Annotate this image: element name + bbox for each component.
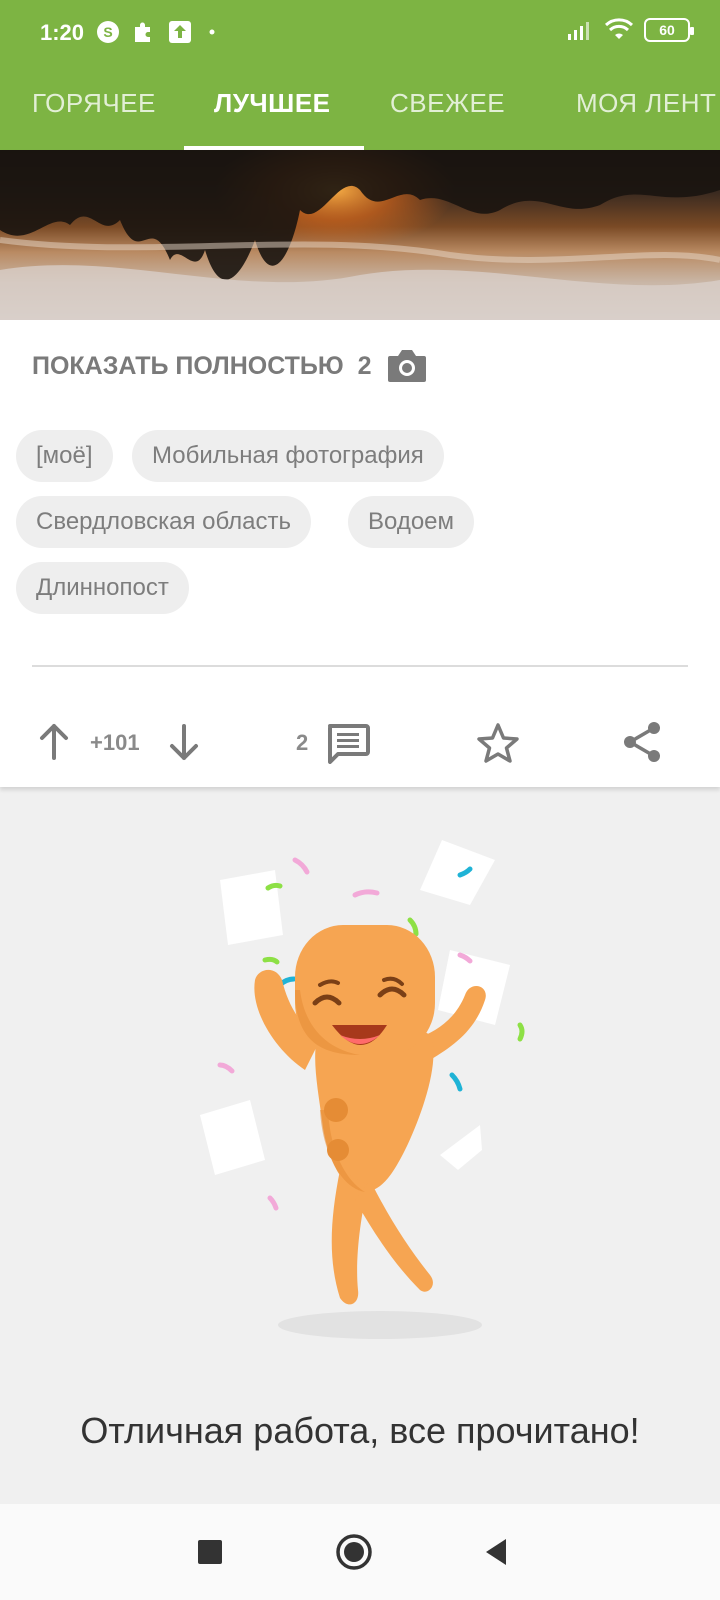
post-image[interactable]	[0, 150, 720, 320]
tab-fresh[interactable]: СВЕЖЕЕ	[390, 88, 505, 119]
app-header: 1:20 S 60 ГОРЯЧЕЕ ЛУЧШЕЕ СВЕЖЕЕ МОЯ ЛЕНТ	[0, 0, 720, 150]
image-count: 2	[357, 351, 372, 380]
gingerbread-celebration-illustration	[200, 840, 525, 1339]
status-bar: 1:20 S 60	[0, 0, 720, 70]
upvote-arrow-icon[interactable]	[36, 722, 72, 762]
comments-count: 2	[296, 730, 309, 755]
tag-chip[interactable]: Длиннопост	[16, 562, 189, 614]
sunset-reflection-image	[0, 150, 720, 320]
tab-hot[interactable]: ГОРЯЧЕЕ	[32, 88, 156, 119]
back-triangle-icon[interactable]	[478, 1532, 518, 1572]
post-actions: +101 2	[0, 710, 720, 780]
all-read-message: Отличная работа, все прочитано!	[80, 1410, 640, 1451]
status-right: 60	[566, 18, 694, 42]
skype-icon: S	[97, 21, 119, 43]
comment-icon	[328, 724, 371, 764]
show-full-button[interactable]: ПОКАЗАТЬ ПОЛНОСТЬЮ 2	[32, 348, 428, 384]
rating-value: +101	[90, 730, 140, 755]
signal-icon	[568, 22, 589, 40]
show-full-label: ПОКАЗАТЬ ПОЛНОСТЬЮ	[32, 351, 344, 380]
divider	[32, 665, 688, 667]
tag-chip[interactable]: Водоем	[348, 496, 475, 548]
tab-my-feed[interactable]: МОЯ ЛЕНТ	[576, 88, 716, 119]
comments-button[interactable]: 2	[296, 722, 371, 764]
upload-icon	[169, 21, 191, 43]
camera-icon	[387, 350, 426, 382]
recents-square-icon[interactable]	[190, 1532, 230, 1572]
battery-level: 60	[659, 22, 675, 38]
dot-icon	[209, 29, 215, 35]
tag-chip[interactable]: Мобильная фотография	[132, 430, 444, 482]
share-icon[interactable]	[620, 720, 664, 764]
star-icon[interactable]	[476, 722, 520, 764]
feed-tabs: ГОРЯЧЕЕ ЛУЧШЕЕ СВЕЖЕЕ МОЯ ЛЕНТ	[0, 70, 720, 150]
svg-text:S: S	[103, 24, 112, 40]
tag-chip[interactable]: Свердловская область	[16, 496, 311, 548]
wifi-icon	[604, 18, 634, 39]
post-card: ПОКАЗАТЬ ПОЛНОСТЬЮ 2 [моё] Мобильная фот…	[0, 150, 720, 787]
system-nav-bar	[0, 1504, 720, 1600]
downvote-arrow-icon[interactable]	[166, 722, 202, 762]
puzzle-icon	[135, 22, 150, 42]
status-time: 1:20	[40, 20, 85, 45]
tab-best[interactable]: ЛУЧШЕЕ	[214, 88, 331, 119]
home-circle-icon[interactable]	[334, 1532, 374, 1572]
battery-icon: 60	[644, 18, 694, 42]
tag-chip[interactable]: [моё]	[16, 430, 113, 482]
